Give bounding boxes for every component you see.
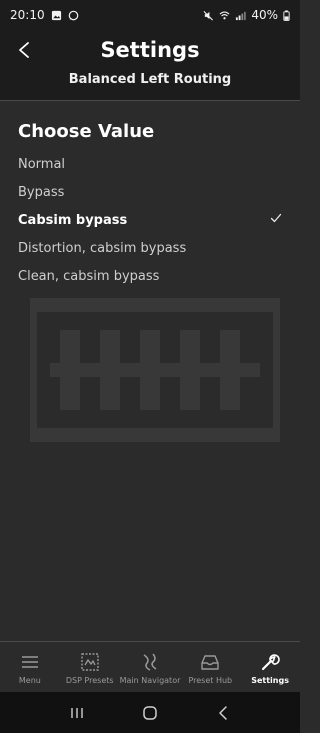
signal-icon bbox=[236, 11, 246, 20]
header-divider bbox=[0, 100, 300, 101]
settings-screen: 20:10 40% Settings Balanced Left Routing… bbox=[0, 0, 300, 733]
header: Settings Balanced Left Routing bbox=[0, 30, 300, 100]
whatsapp-icon bbox=[68, 10, 78, 20]
page-subtitle: Balanced Left Routing bbox=[68, 72, 232, 87]
nav-label: DSP Presets bbox=[65, 676, 114, 685]
option-distortion-cabsim-bypass[interactable]: Distortion, cabsim bypass bbox=[0, 234, 300, 262]
nav-label: Menu bbox=[18, 676, 41, 685]
option-bypass[interactable]: Bypass bbox=[0, 178, 300, 206]
back-arrow-icon bbox=[219, 705, 228, 720]
option-label: Distortion, cabsim bypass bbox=[18, 240, 187, 256]
main-navigator-icon bbox=[143, 653, 157, 671]
status-left: 20:10 bbox=[10, 8, 79, 22]
option-label: Cabsim bypass bbox=[18, 212, 128, 228]
option-label: Clean, cabsim bypass bbox=[18, 268, 160, 284]
wifi-icon bbox=[219, 11, 230, 19]
nav-item-main-navigator[interactable]: Main Navigator bbox=[119, 642, 181, 692]
home-button[interactable] bbox=[138, 701, 162, 725]
nav-item-settings[interactable]: Settings bbox=[240, 642, 300, 692]
option-clean-cabsim-bypass[interactable]: Clean, cabsim bypass bbox=[0, 262, 300, 290]
wrench-icon bbox=[261, 654, 280, 671]
nav-label: Preset Hub bbox=[188, 676, 233, 685]
nav-item-dsp-presets[interactable]: DSP Presets bbox=[60, 642, 120, 692]
section-title: Choose Value bbox=[18, 121, 155, 142]
mute-icon bbox=[203, 10, 214, 20]
menu-icon bbox=[21, 656, 38, 668]
system-back-button[interactable] bbox=[211, 701, 235, 725]
option-label: Bypass bbox=[18, 184, 65, 200]
status-time: 20:10 bbox=[10, 8, 45, 22]
option-normal[interactable]: Normal bbox=[0, 150, 300, 178]
nav-label: Settings bbox=[251, 676, 289, 685]
watermark-logo bbox=[30, 298, 280, 442]
page-title: Settings bbox=[100, 38, 200, 62]
battery-icon bbox=[283, 9, 290, 21]
bottom-nav: Menu DSP Presets Main Navigator Preset H… bbox=[0, 642, 300, 692]
dsp-presets-icon bbox=[80, 653, 99, 671]
gallery-icon bbox=[51, 10, 61, 20]
nav-item-preset-hub[interactable]: Preset Hub bbox=[180, 642, 240, 692]
option-label: Normal bbox=[18, 156, 66, 172]
nav-label: Main Navigator bbox=[119, 676, 181, 685]
recent-apps-icon bbox=[70, 707, 83, 718]
battery-percent: 40% bbox=[251, 8, 278, 22]
preset-hub-icon bbox=[201, 655, 219, 670]
checkmark-icon bbox=[270, 213, 282, 223]
option-cabsim-bypass[interactable]: Cabsim bypass bbox=[0, 206, 300, 234]
recent-apps-button[interactable] bbox=[65, 701, 89, 725]
system-nav-bar bbox=[0, 692, 300, 733]
status-right: 40% bbox=[203, 8, 290, 22]
option-list: Normal Bypass Cabsim bypass Distortion, … bbox=[0, 150, 300, 290]
status-bar: 20:10 40% bbox=[0, 0, 300, 30]
home-icon bbox=[143, 705, 157, 720]
nav-item-menu[interactable]: Menu bbox=[0, 642, 60, 692]
